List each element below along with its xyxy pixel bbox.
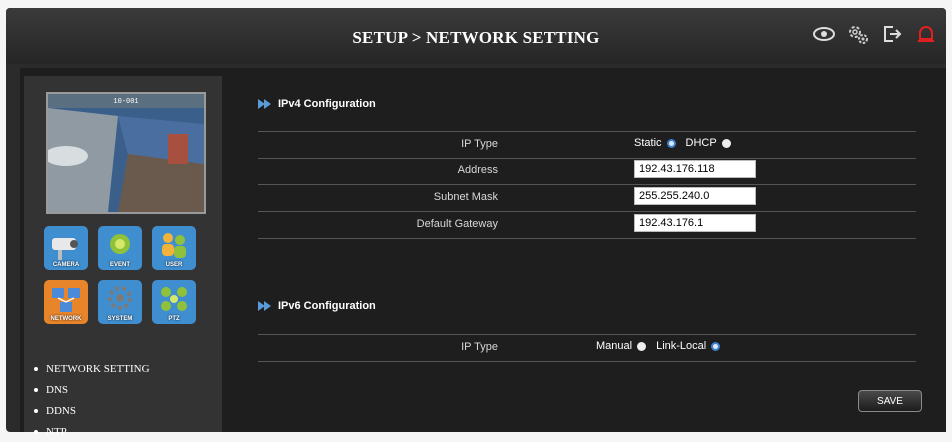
address-input[interactable]: 192.43.176.118 [634, 160, 756, 178]
bullet-icon [34, 366, 38, 371]
link-local-radio[interactable] [711, 341, 721, 351]
default-gateway-label: Default Gateway [416, 218, 498, 230]
logout-icon[interactable] [880, 22, 904, 46]
save-button[interactable]: SAVE [858, 390, 922, 412]
module-camera-label: CAMERA [52, 262, 80, 268]
ip-type-label: IP Type [461, 341, 498, 353]
settings-gear-icon[interactable] [846, 22, 870, 46]
main-panel: IPv4 Configuration IP Type Static DHCP A… [238, 68, 946, 432]
module-system-label: SYSTEM [107, 316, 133, 322]
app-frame: SETUP > NETWORK SETTING 10-001 CAMERA EV… [6, 8, 946, 438]
sidebar-item-label: DDNS [46, 404, 76, 417]
header-bar: SETUP > NETWORK SETTING [6, 8, 946, 64]
module-camera[interactable]: CAMERA [44, 226, 88, 270]
ip-type-label: IP Type [461, 138, 498, 150]
section-title-text: IPv6 Configuration [278, 300, 376, 312]
page-title: SETUP > NETWORK SETTING [352, 28, 600, 47]
address-label: Address [457, 164, 498, 176]
ip-type-options: Static DHCP [634, 137, 741, 149]
link-local-option-label: Link-Local [656, 340, 707, 352]
ipv4-gateway-row: Default Gateway 192.43.176.1 [258, 212, 916, 239]
module-event[interactable]: EVENT [98, 226, 142, 270]
module-network[interactable]: NETWORK [44, 280, 88, 324]
ipv6-ip-type-row: IP Type Manual Link-Local [258, 334, 916, 362]
ipv4-ip-type-row: IP Type Static DHCP [258, 131, 916, 159]
default-gateway-input[interactable]: 192.43.176.1 [634, 214, 756, 232]
bullet-icon [34, 408, 38, 413]
sidebar-item-network-setting[interactable]: NETWORK SETTING [34, 358, 224, 379]
sidebar-nav: NETWORK SETTING DNS DDNS NTP [34, 358, 224, 442]
ipv4-address-row: Address 192.43.176.118 [258, 158, 916, 185]
static-radio[interactable] [666, 138, 676, 148]
ipv6-section-title: IPv6 Configuration [258, 300, 376, 312]
manual-option-label: Manual [596, 340, 633, 352]
module-network-label: NETWORK [50, 316, 82, 322]
double-arrow-icon [258, 301, 271, 311]
module-user[interactable]: USER [152, 226, 196, 270]
module-user-label: USER [165, 262, 183, 268]
eye-icon[interactable] [812, 22, 836, 46]
alarm-bell-icon[interactable] [914, 22, 938, 46]
ipv4-subnet-row: Subnet Mask 255.255.240.0 [258, 185, 916, 212]
section-title-text: IPv4 Configuration [278, 98, 376, 110]
bullet-icon [34, 387, 38, 392]
sidebar: 10-001 CAMERA EVENT USER NETWORK SYSTEM … [24, 76, 222, 438]
camera-preview-image [48, 94, 204, 212]
ip-type-options: Manual Link-Local [596, 340, 730, 352]
header-icons [812, 22, 938, 46]
sidebar-item-label: NETWORK SETTING [46, 362, 150, 375]
sidebar-item-dns[interactable]: DNS [34, 379, 224, 400]
module-ptz[interactable]: PTZ [152, 280, 196, 324]
preview-timestamp: 10-001 [113, 98, 139, 106]
module-ptz-label: PTZ [168, 316, 180, 322]
subnet-mask-input[interactable]: 255.255.240.0 [634, 187, 756, 205]
double-arrow-icon [258, 99, 271, 109]
dhcp-option-label: DHCP [685, 137, 717, 149]
static-option-label: Static [634, 137, 662, 149]
dhcp-radio[interactable] [721, 138, 731, 148]
module-event-label: EVENT [109, 262, 130, 268]
camera-preview: 10-001 [46, 92, 206, 214]
sidebar-item-label: DNS [46, 383, 69, 396]
subnet-mask-label: Subnet Mask [433, 191, 498, 203]
manual-radio[interactable] [637, 341, 647, 351]
module-system[interactable]: SYSTEM [98, 280, 142, 324]
sidebar-item-ddns[interactable]: DDNS [34, 400, 224, 421]
content-area: 10-001 CAMERA EVENT USER NETWORK SYSTEM … [20, 68, 946, 438]
ipv4-section-title: IPv4 Configuration [258, 98, 376, 110]
